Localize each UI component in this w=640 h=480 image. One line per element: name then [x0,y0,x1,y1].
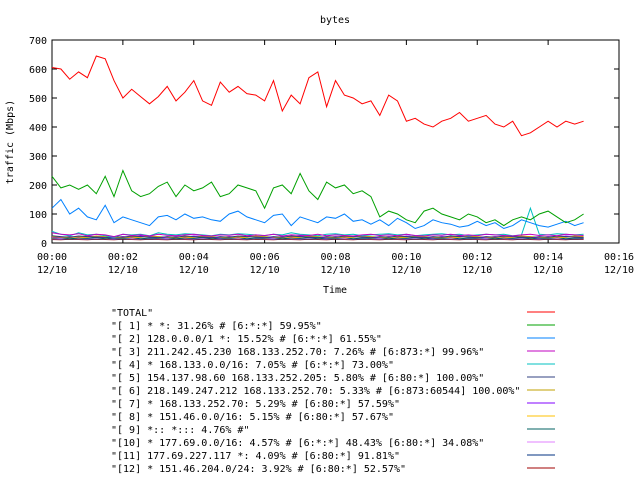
y-tick-label: 700 [29,36,47,47]
y-axis-ticks: 0 100 200 300 400 500 600 700 [29,36,619,250]
y-tick-label: 300 [29,152,47,163]
x-tick-time: 00:08 [320,252,350,263]
chart-title: bytes [320,15,350,26]
x-tick-time: 00:14 [533,252,563,263]
x-tick-date: 12/10 [108,265,138,276]
x-tick-time: 00:16 [604,252,634,263]
legend-label: "[ 9] *:: *::: 4.76% #" [111,425,249,436]
legend-label: "[ 6] 218.149.247.212 168.133.252.70: 5.… [111,386,520,397]
x-tick-date: 12/10 [250,265,280,276]
legend-label: "[11] 177.69.227.117 *: 4.09% # [6:80:*]… [111,451,400,462]
y-tick-label: 100 [29,210,47,221]
x-tick-time: 00:06 [250,252,280,263]
y-tick-label: 600 [29,65,47,76]
x-tick-time: 00:10 [391,252,421,263]
legend-label: "[ 4] * 168.133.0.0/16: 7.05% # [6:*:*] … [111,360,394,371]
x-tick-date: 12/10 [462,265,492,276]
y-tick-label: 200 [29,181,47,192]
plot-frame [51,39,620,244]
legend: "TOTAL" "[ 1] * *: 31.26% # [6:*:*] 59.95… [111,308,555,475]
x-axis-label: Time [323,285,347,296]
legend-label: "[ 7] * 168.133.252.70: 5.29% # [6:80:*]… [111,399,400,410]
series-lines [51,55,584,241]
x-tick-date: 12/10 [37,265,67,276]
traffic-chart: bytes traffic (Mbps) Time 0 100 200 300 400 5… [5,15,634,475]
x-tick-time: 00:04 [179,252,209,263]
legend-label: "[ 5] 154.137.98.60 168.133.252.205: 5.8… [111,373,484,384]
x-tick-time: 00:02 [108,252,138,263]
legend-label: "[ 8] * 151.46.0.0/16: 5.15% # [6:80:*] … [111,412,394,423]
y-tick-label: 500 [29,94,47,105]
x-axis-ticks: 00:00 12/10 00:02 12/10 00:04 12/10 00:06 12/10… [37,40,634,276]
series-line-0 [51,55,584,137]
x-tick-time: 00:12 [462,252,492,263]
legend-label: "[12] * 151.46.204.0/24: 3.92% # [6:80:*… [111,464,406,475]
series-line-1 [51,169,584,227]
x-tick-date: 12/10 [533,265,563,276]
x-tick-date: 12/10 [320,265,350,276]
legend-label: "[ 3] 211.242.45.230 168.133.252.70: 7.2… [111,347,484,358]
y-axis-label: traffic (Mbps) [5,100,16,184]
legend-label: "TOTAL" [111,308,153,319]
legend-label: "[10] * 177.69.0.0/16: 4.57% # [6:*:*] 4… [111,438,484,449]
x-tick-date: 12/10 [391,265,421,276]
series-line-2 [51,198,584,230]
legend-label: "[ 1] * *: 31.26% # [6:*:*] 59.95%" [111,321,322,332]
x-tick-date: 12/10 [179,265,209,276]
x-tick-date: 12/10 [604,265,634,276]
y-tick-label: 400 [29,123,47,134]
legend-label: "[ 2] 128.0.0.0/1 *: 15.52% # [6:*:*] 61… [111,334,382,345]
y-tick-label: 0 [41,239,47,250]
x-tick-time: 00:00 [37,252,67,263]
